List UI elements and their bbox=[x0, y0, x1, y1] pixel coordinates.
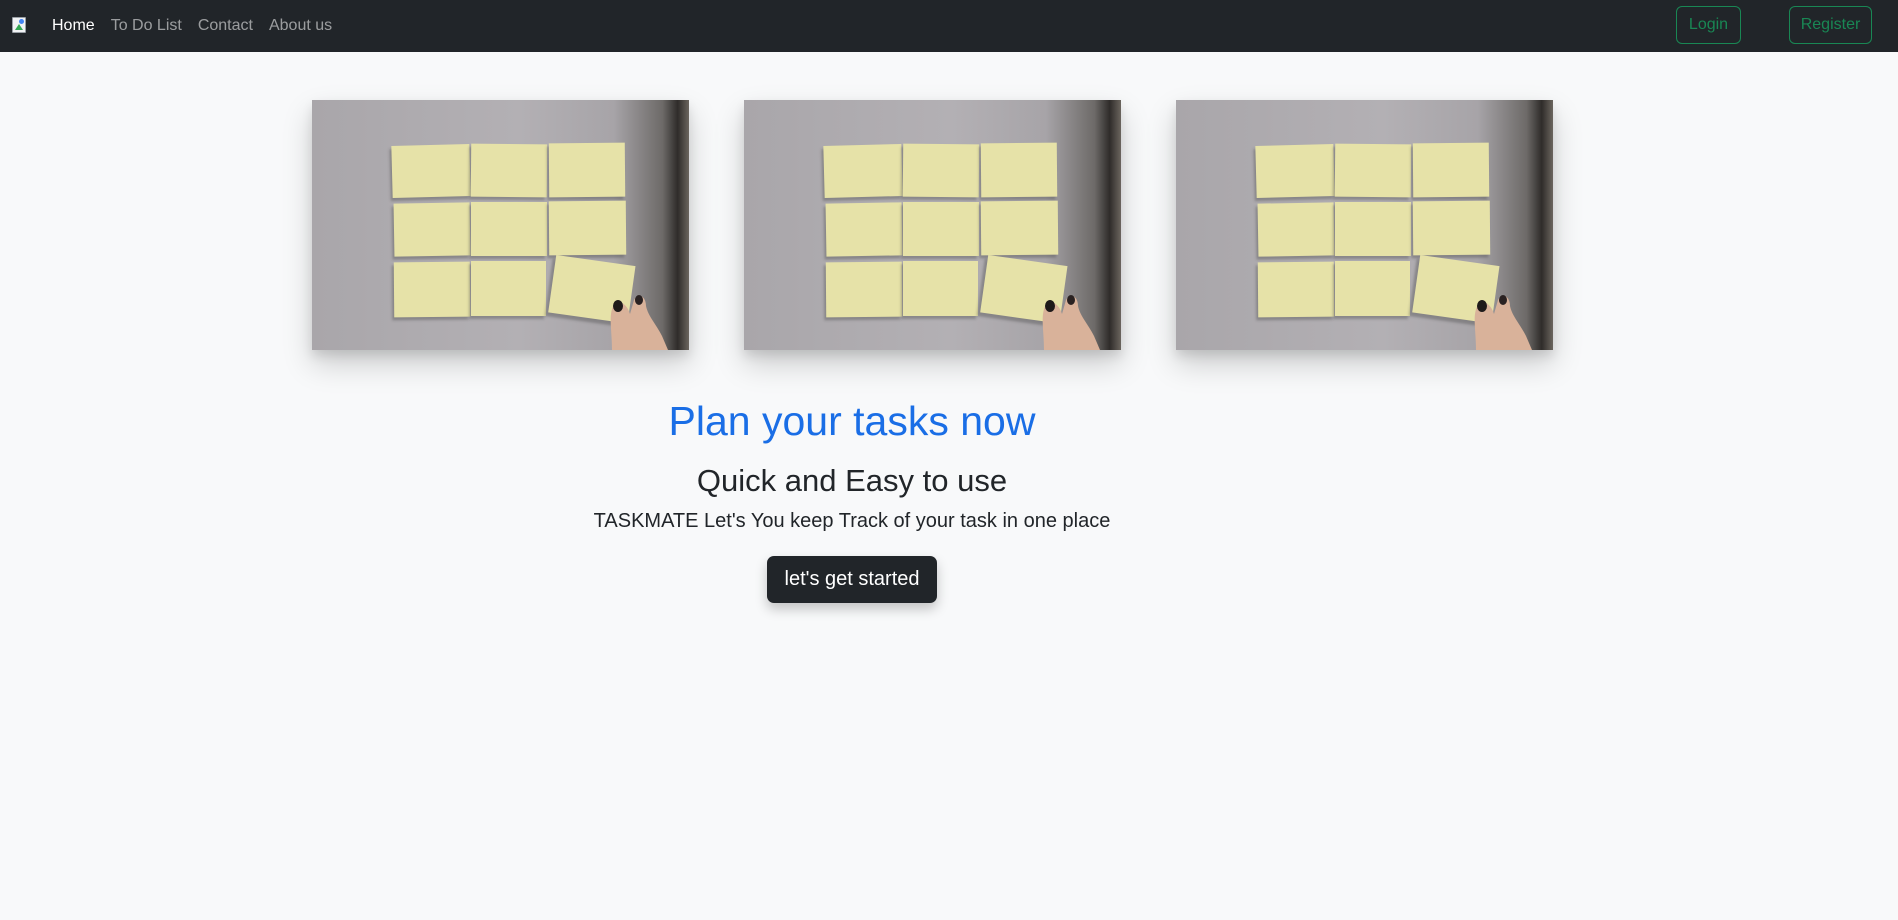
get-started-button[interactable]: let's get started bbox=[767, 556, 937, 603]
nav-link-contact[interactable]: Contact bbox=[198, 17, 253, 35]
register-button[interactable]: Register bbox=[1789, 6, 1872, 44]
nav-link-about-us[interactable]: About us bbox=[269, 17, 332, 35]
broken-image-icon[interactable] bbox=[12, 17, 28, 33]
sticky-notes-photo-1 bbox=[312, 100, 689, 350]
top-navbar: Home To Do List Contact About us Login R… bbox=[0, 0, 1898, 52]
login-button[interactable]: Login bbox=[1676, 6, 1741, 44]
nav-link-home[interactable]: Home bbox=[52, 17, 95, 35]
nav-links: Home To Do List Contact About us bbox=[52, 0, 348, 52]
hero-title: Plan your tasks now bbox=[668, 398, 1036, 444]
sticky-notes-photo-3 bbox=[1176, 100, 1553, 350]
hero-description: TASKMATE Let's You keep Track of your ta… bbox=[593, 510, 1111, 532]
sticky-notes-photo-2 bbox=[744, 100, 1121, 350]
nav-link-todo-list[interactable]: To Do List bbox=[111, 17, 182, 35]
hero-subtitle: Quick and Easy to use bbox=[696, 463, 1008, 498]
